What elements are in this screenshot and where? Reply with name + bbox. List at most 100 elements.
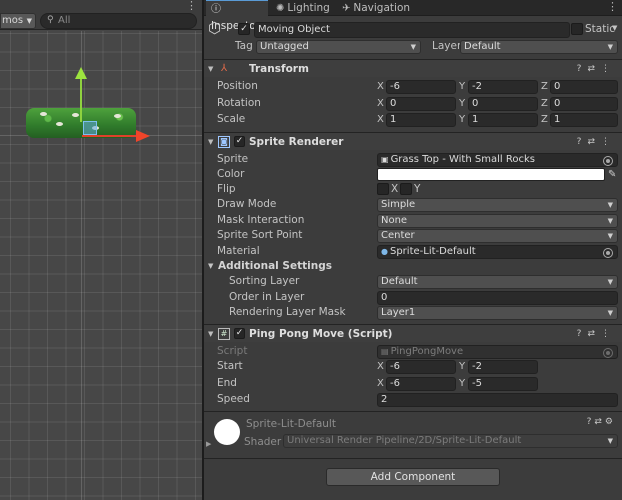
scene-search-input[interactable]: ⚲ All (40, 13, 197, 29)
gameobject-active-checkbox[interactable]: ✓ (238, 23, 250, 35)
material-preview-section: ▶ Sprite-Lit-Default ?⇄⚙ Shader Universa… (204, 411, 622, 459)
foldout-arrow-icon[interactable]: ▼ (208, 325, 213, 343)
add-component-button[interactable]: Add Component (326, 468, 500, 486)
rotation-row: Rotation X 0 Y 0 Z 0 (204, 96, 622, 111)
start-y-field[interactable]: -2 (468, 360, 538, 374)
chevron-down-icon[interactable]: ▼ (612, 21, 617, 36)
transform-header[interactable]: ▼ ⅄ Transform ?⇄⋮ (204, 59, 622, 77)
eyedropper-icon[interactable]: ✎ (608, 167, 616, 182)
start-x-field[interactable]: -6 (386, 360, 456, 374)
transform-axes-icon: ⅄ (218, 63, 230, 75)
sprite-renderer-enabled-checkbox[interactable]: ✓ (234, 136, 245, 147)
additional-settings-foldout[interactable]: ▼ Additional Settings (204, 259, 622, 274)
component-header-icons[interactable]: ?⇄⋮ (577, 133, 616, 151)
inspector-panel: ⓘInspector ✺Lighting ✈Navigation ⋮ ⬡ ✓ M… (204, 0, 622, 500)
scale-z-field[interactable]: 1 (550, 113, 618, 127)
scale-y-field[interactable]: 1 (468, 113, 538, 127)
component-header-icons[interactable]: ?⇄⚙ (587, 417, 616, 427)
ping-pong-move-header[interactable]: ▼ # ✓ Ping Pong Move (Script) ?⇄⋮ (204, 324, 622, 342)
more-options-icon[interactable]: ⋮ (186, 0, 196, 12)
rendering-layer-mask-label: Rendering Layer Mask (229, 305, 346, 320)
gizmos-dropdown[interactable]: mos ▼ (0, 13, 36, 29)
scene-grid[interactable] (0, 31, 202, 500)
tab-label: Navigation (353, 2, 410, 14)
foldout-arrow-icon[interactable]: ▶ (206, 440, 211, 448)
sprite-value: Grass Top - With Small Rocks (391, 154, 535, 165)
tab-navigation[interactable]: ✈Navigation (342, 0, 412, 16)
mask-interaction-value: None (381, 215, 407, 226)
chevron-down-icon: ▼ (608, 199, 613, 211)
move-gizmo-plane-handle[interactable] (83, 121, 97, 135)
position-z-field[interactable]: 0 (550, 80, 618, 94)
rotation-x-field[interactable]: 0 (386, 97, 456, 111)
tag-dropdown[interactable]: Untagged▼ (256, 40, 421, 54)
draw-mode-label: Draw Mode (217, 197, 276, 212)
flip-x-checkbox[interactable] (377, 183, 389, 195)
sorting-layer-value: Default (381, 276, 418, 287)
layer-value: Default (464, 41, 501, 52)
position-x-field[interactable]: -6 (386, 80, 456, 94)
foldout-arrow-icon[interactable]: ▼ (208, 60, 213, 78)
end-y-field[interactable]: -5 (468, 377, 538, 391)
order-in-layer-field[interactable]: 0 (377, 291, 618, 305)
shader-label: Shader (244, 436, 281, 448)
sprite-renderer-icon: ◙ (218, 136, 230, 148)
sprite-object-field[interactable]: ▣Grass Top - With Small Rocks (377, 153, 618, 167)
tag-label: Tag (235, 39, 253, 54)
chevron-down-icon: ▼ (608, 276, 613, 288)
draw-mode-dropdown[interactable]: Simple▼ (377, 198, 618, 212)
color-swatch[interactable] (377, 168, 605, 181)
z-axis-label: Z (541, 112, 548, 127)
object-picker-icon[interactable] (603, 156, 613, 166)
tag-value: Untagged (260, 41, 309, 52)
ping-pong-move-title: Ping Pong Move (Script) (249, 325, 392, 343)
move-gizmo-x-arrow-icon[interactable] (136, 130, 150, 142)
sprite-row: Sprite ▣Grass Top - With Small Rocks (204, 152, 622, 167)
script-file-icon: # (218, 328, 230, 340)
rotation-y-field[interactable]: 0 (468, 97, 538, 111)
end-x-field[interactable]: -6 (386, 377, 456, 391)
move-gizmo-x-axis[interactable] (82, 135, 138, 137)
scale-label: Scale (217, 112, 245, 127)
sorting-layer-label: Sorting Layer (229, 274, 299, 289)
chevron-down-icon: ▼ (27, 14, 32, 28)
ping-pong-move-enabled-checkbox[interactable]: ✓ (234, 328, 245, 339)
speed-field[interactable]: 2 (377, 393, 618, 407)
component-header-icons[interactable]: ?⇄⋮ (577, 60, 616, 78)
material-sphere-icon: ● (381, 247, 388, 256)
sprite-renderer-header[interactable]: ▼ ◙ ✓ Sprite Renderer ?⇄⋮ (204, 132, 622, 150)
tag-layer-row: Tag Untagged▼ Layer Default▼ (204, 39, 622, 54)
shader-dropdown[interactable]: Universal Render Pipeline/2D/Sprite-Lit-… (283, 434, 618, 448)
order-in-layer-row: Order in Layer 0 (204, 290, 622, 305)
move-gizmo-y-axis[interactable] (80, 74, 82, 122)
flip-y-checkbox[interactable] (400, 183, 412, 195)
layer-dropdown[interactable]: Default▼ (460, 40, 618, 54)
rotation-z-field[interactable]: 0 (550, 97, 618, 111)
mask-interaction-dropdown[interactable]: None▼ (377, 214, 618, 228)
object-picker-icon[interactable] (603, 248, 613, 258)
navigation-icon: ✈ (342, 1, 350, 17)
scale-x-field[interactable]: 1 (386, 113, 456, 127)
script-asset-icon: ▤ (381, 347, 389, 356)
position-y-field[interactable]: -2 (468, 80, 538, 94)
component-header-icons[interactable]: ?⇄⋮ (577, 325, 616, 343)
foldout-arrow-icon[interactable]: ▼ (208, 259, 213, 274)
scene-view[interactable]: ⋮ mos ▼ ⚲ All (0, 0, 202, 500)
chevron-down-icon: ▼ (608, 230, 613, 242)
mask-interaction-label: Mask Interaction (217, 213, 304, 228)
foldout-arrow-icon[interactable]: ▼ (208, 133, 213, 151)
sorting-layer-dropdown[interactable]: Default ▼ (377, 275, 618, 289)
rendering-layer-mask-dropdown[interactable]: Layer1▼ (377, 306, 618, 320)
sprite-sort-point-dropdown[interactable]: Center▼ (377, 229, 618, 243)
tab-inspector[interactable]: ⓘInspector (206, 0, 268, 17)
transform-title: Transform (249, 60, 309, 78)
more-options-icon[interactable]: ⋮ (607, 0, 618, 14)
move-gizmo-y-arrow-icon[interactable] (75, 67, 87, 79)
material-value: Sprite-Lit-Default (390, 246, 476, 257)
gameobject-name-field[interactable]: Moving Object (254, 22, 570, 38)
sprite-renderer-title: Sprite Renderer (249, 133, 343, 151)
tab-lighting[interactable]: ✺Lighting (276, 0, 336, 16)
sprite-label: Sprite (217, 152, 248, 167)
material-object-field[interactable]: ●Sprite-Lit-Default (377, 245, 618, 259)
static-checkbox[interactable] (571, 23, 583, 35)
